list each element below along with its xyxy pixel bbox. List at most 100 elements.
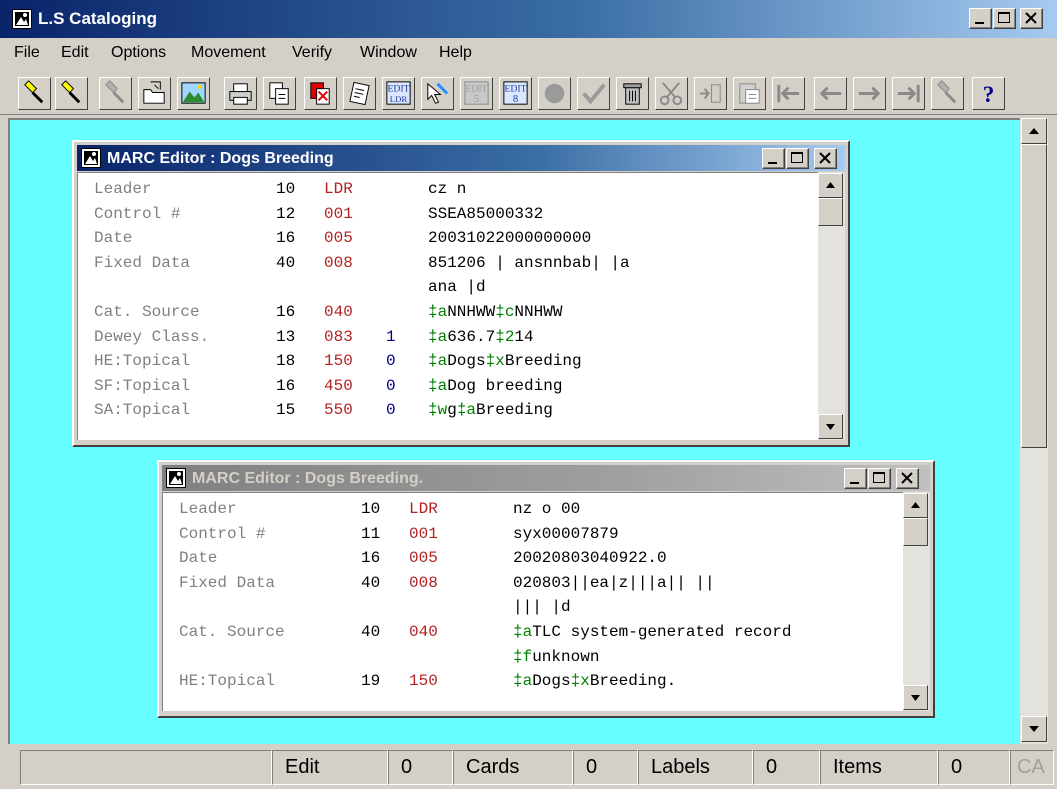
field-label: Date [179, 549, 218, 568]
first-button[interactable] [772, 77, 805, 110]
scroll-down-button[interactable] [1021, 716, 1047, 742]
help-button[interactable]: ? [972, 77, 1005, 110]
maximize-button[interactable] [993, 8, 1016, 29]
next-button[interactable] [853, 77, 886, 110]
scroll-thumb[interactable] [1021, 144, 1047, 448]
verify-button[interactable] [577, 77, 610, 110]
field-data[interactable]: ‡a636.7‡214 [428, 325, 534, 349]
editor-close-button[interactable] [814, 148, 837, 169]
editor-maximize-button[interactable] [868, 468, 891, 489]
field-tag: 150 [324, 352, 353, 371]
marc-editor-window[interactable]: MARC Editor : Dogs Breeding Leader 10 LDR c… [72, 140, 850, 447]
editor-scrollbar-2[interactable] [903, 492, 930, 711]
cut-button[interactable] [655, 77, 688, 110]
previous-button[interactable] [814, 77, 847, 110]
scroll-up-button[interactable] [903, 493, 928, 518]
field-tag: 040 [409, 623, 438, 641]
field-data[interactable]: ana |d [428, 275, 486, 299]
workspace-scrollbar[interactable] [1020, 118, 1048, 744]
scroll-down-button[interactable] [818, 414, 843, 439]
field-tag: 005 [409, 549, 438, 568]
field-data[interactable]: nz o 00 [513, 497, 580, 521]
marc-editor-window-2[interactable]: MARC Editor : Dogs Breeding. Leader 10 LDR… [157, 460, 935, 718]
field-text: SSEA85000332 [428, 204, 544, 223]
delete-record-button[interactable] [304, 77, 337, 110]
edit-5-button[interactable]: EDIT 5 [460, 77, 493, 110]
field-data[interactable]: ‡funknown [513, 645, 599, 669]
editor-close-button[interactable] [896, 468, 919, 489]
field-data[interactable]: cz n [428, 177, 466, 201]
copy-record-button[interactable] [263, 77, 296, 110]
field-data[interactable]: 20031022000000000 [428, 226, 591, 250]
field-text: nz o 00 [513, 500, 581, 518]
field-indicator: 0 [386, 376, 396, 395]
menu-window[interactable]: Window [360, 44, 417, 62]
menu-help[interactable]: Help [439, 44, 472, 62]
search-global-button[interactable] [931, 77, 964, 110]
paste-button[interactable] [733, 77, 766, 110]
field-data[interactable]: ‡aDog breeding [428, 374, 562, 398]
menu-file[interactable]: File [14, 44, 40, 62]
editor-minimize-button[interactable] [844, 468, 867, 489]
field-text: 851206 | ansnnbab| |a [428, 253, 630, 272]
last-button[interactable] [892, 77, 925, 110]
scroll-up-button[interactable] [818, 173, 843, 198]
edit-ldr-button[interactable]: EDIT LDR [382, 77, 415, 110]
search-disabled-button[interactable] [99, 77, 132, 110]
marc-record-fields[interactable]: Leader 10 LDR cz n Control #12 001 SSEA8500033… [77, 172, 818, 440]
field-data[interactable]: ‡wg‡aBreeding [428, 398, 553, 422]
field-data[interactable]: ‡aDogs‡xBreeding [428, 349, 582, 373]
field-data[interactable]: ‡aTLC system-generated record [513, 620, 791, 644]
pointer-button[interactable] [421, 77, 454, 110]
close-button[interactable] [1020, 8, 1043, 29]
insert-button[interactable] [694, 77, 727, 110]
flashlight-icon [61, 80, 81, 104]
marc-editor-title-2: MARC Editor : Dogs Breeding. [192, 470, 424, 487]
scroll-thumb[interactable] [818, 198, 843, 226]
note-button[interactable] [343, 77, 376, 110]
menu-movement[interactable]: Movement [191, 44, 266, 62]
menu-options[interactable]: Options [111, 44, 166, 62]
search-more-button[interactable] [55, 77, 88, 110]
search-ls-button[interactable] [18, 77, 51, 110]
subfield-code: ‡a [428, 352, 448, 371]
field-label: Leader [179, 500, 237, 518]
editor-minimize-button[interactable] [762, 148, 785, 169]
pointer-icon [427, 82, 449, 104]
help-icon: ? [983, 82, 995, 108]
scroll-down-button[interactable] [903, 685, 928, 710]
field-data[interactable]: ‡aNNHWW‡cNNHWW [428, 300, 562, 324]
close-icon [819, 152, 831, 164]
field-text: Breeding [476, 401, 553, 420]
field-data[interactable]: syx00007879 [513, 522, 619, 546]
scroll-up-button[interactable] [1021, 118, 1047, 144]
circle-icon [544, 83, 565, 104]
field-length: 16 [276, 229, 296, 248]
marc-editor-title-bar[interactable]: MARC Editor : Dogs Breeding [77, 145, 845, 171]
editor-scrollbar[interactable] [818, 172, 845, 440]
record-button[interactable] [538, 77, 571, 110]
field-data[interactable]: 20020803040922.0 [513, 546, 667, 570]
marc-editor-title-bar-2[interactable]: MARC Editor : Dogs Breeding. [162, 465, 930, 491]
menu-verify[interactable]: Verify [292, 44, 332, 62]
field-data[interactable]: ‡aDogs‡xBreeding. [513, 669, 676, 693]
field-data[interactable]: ||| |d [513, 595, 571, 619]
trash-button[interactable] [616, 77, 649, 110]
menu-edit[interactable]: Edit [61, 44, 89, 62]
image-button[interactable] [177, 77, 210, 110]
scroll-thumb[interactable] [903, 518, 928, 546]
field-data[interactable]: 851206 | ansnnbab| |a [428, 251, 630, 275]
edit-8-button[interactable]: EDIT 8 [499, 77, 532, 110]
app-title-bar[interactable]: L.S Cataloging [0, 0, 1057, 38]
minimize-button[interactable] [969, 8, 992, 29]
print-button[interactable] [224, 77, 257, 110]
open-record-button[interactable] [138, 77, 171, 110]
field-tag: LDR [324, 180, 353, 198]
field-label: SF:Topical [94, 376, 191, 395]
field-label: HE:Topical [179, 672, 276, 691]
field-tag: 150 [409, 672, 438, 691]
marc-record-fields-2[interactable]: Leader 10 LDR nz o 00 Control # 11 001 syx00007… [162, 492, 903, 711]
field-data[interactable]: SSEA85000332 [428, 202, 543, 226]
field-data[interactable]: 020803||ea|z|||a|| || [513, 571, 715, 595]
editor-maximize-button[interactable] [786, 148, 809, 169]
